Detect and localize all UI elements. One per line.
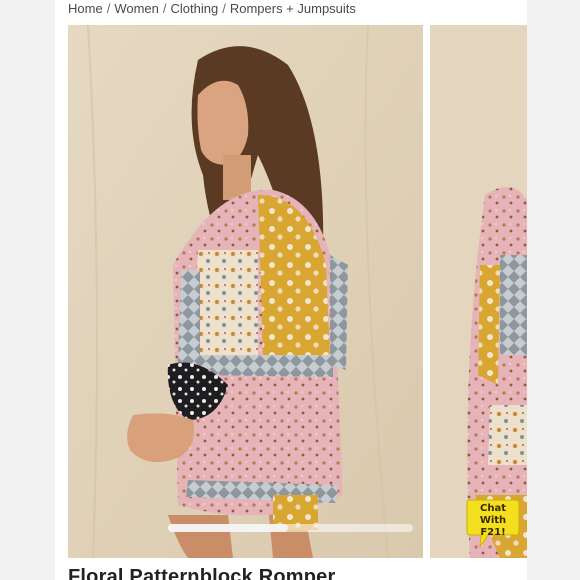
chat-label: Chat With F21! — [466, 503, 520, 539]
chat-label-line1: Chat With — [479, 503, 507, 526]
product-image-main[interactable] — [68, 25, 423, 558]
product-photo — [68, 25, 423, 558]
product-title: Floral Patternblock Romper — [68, 566, 336, 580]
chat-label-line2: F21! — [480, 527, 506, 538]
breadcrumb-rompers-jumpsuits[interactable]: Rompers + Jumpsuits — [230, 1, 356, 16]
breadcrumb-home[interactable]: Home — [68, 1, 103, 16]
gallery-scrollbar[interactable] — [168, 524, 413, 532]
breadcrumb-women[interactable]: Women — [114, 1, 159, 16]
gallery-scrollbar-thumb[interactable] — [168, 524, 288, 532]
product-image-gallery[interactable]: Chat With F21! — [68, 25, 527, 558]
product-photo-alt — [430, 25, 527, 558]
breadcrumb-separator: / — [222, 1, 226, 16]
breadcrumb: Home / Women / Clothing / Rompers + Jumpsuits — [68, 1, 356, 16]
breadcrumb-separator: / — [162, 1, 167, 16]
product-image-secondary[interactable] — [430, 25, 527, 558]
breadcrumb-clothing[interactable]: Clothing — [171, 1, 219, 16]
chat-button[interactable]: Chat With F21! — [466, 498, 520, 550]
breadcrumb-separator: / — [106, 1, 111, 16]
product-page: Home / Women / Clothing / Rompers + Jumpsuits — [55, 0, 527, 580]
